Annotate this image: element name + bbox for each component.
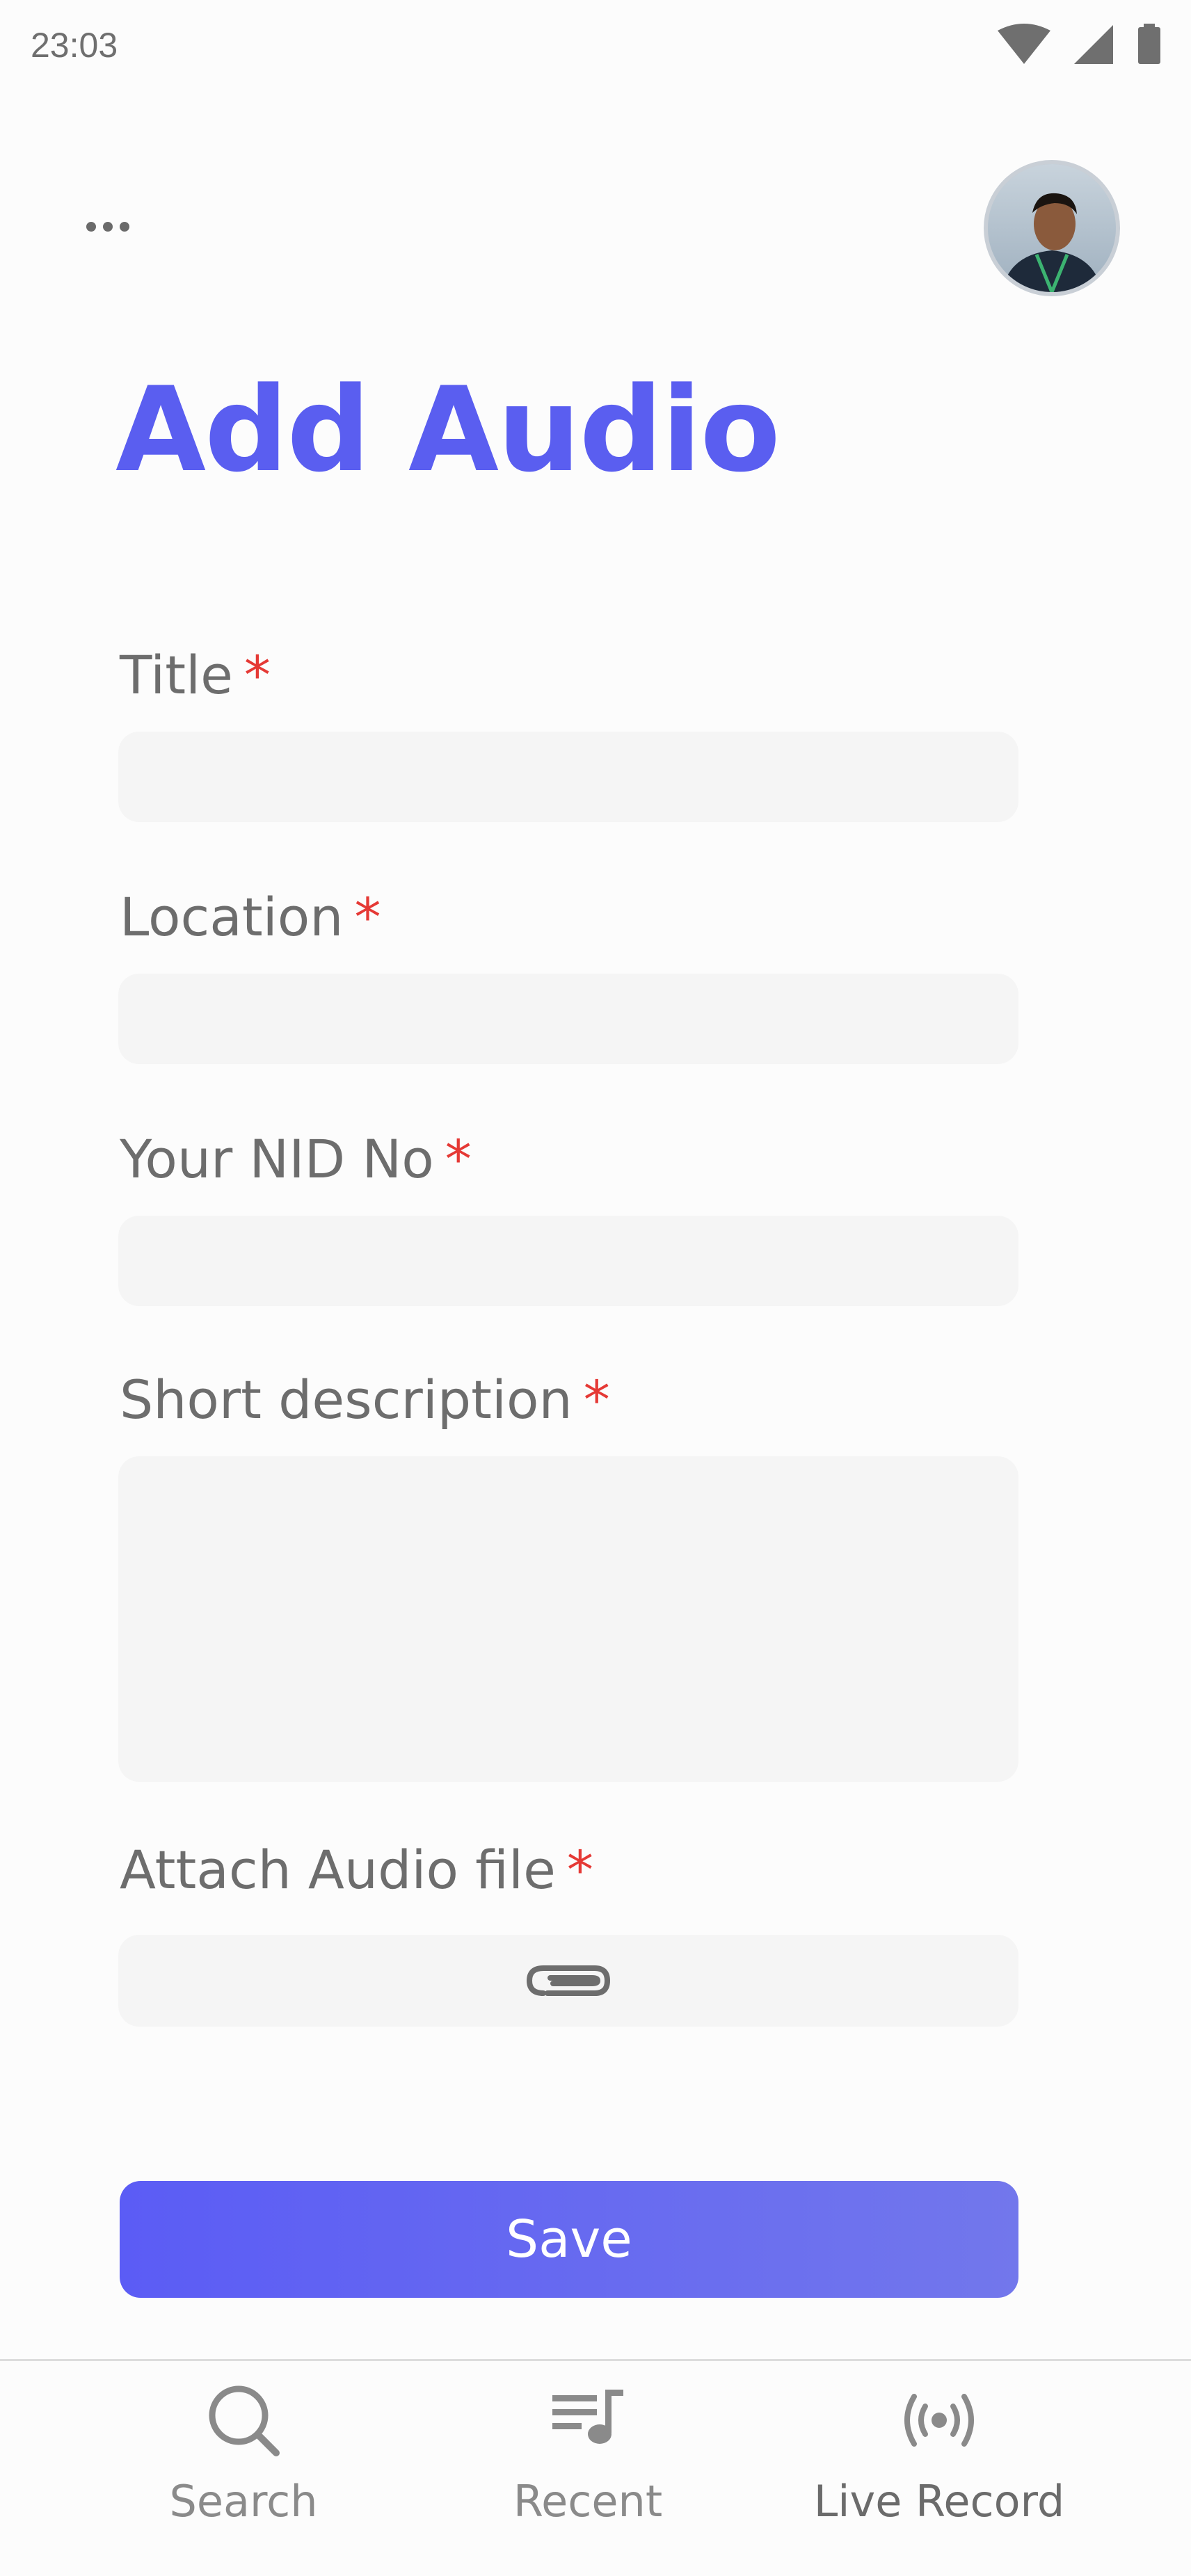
nid-label: Your NID No * xyxy=(120,1128,472,1190)
description-label-text: Short description xyxy=(120,1369,573,1431)
profile-avatar-image xyxy=(988,164,1116,292)
required-marker: * xyxy=(243,644,271,706)
page-title: Add Audio xyxy=(115,362,781,498)
required-marker: * xyxy=(354,886,381,948)
nav-label-search: Search xyxy=(169,2476,318,2527)
playlist-icon xyxy=(550,2378,626,2462)
nav-item-recent[interactable]: Recent xyxy=(501,2378,675,2552)
attach-label: Attach Audio file * xyxy=(120,1839,593,1901)
required-marker: * xyxy=(445,1128,472,1190)
required-marker: * xyxy=(583,1369,610,1431)
broadcast-icon xyxy=(897,2378,981,2462)
more-options-button[interactable] xyxy=(86,206,153,248)
description-label: Short description * xyxy=(120,1369,610,1431)
status-time: 23:03 xyxy=(31,26,118,65)
required-marker: * xyxy=(566,1839,593,1901)
location-input[interactable] xyxy=(118,974,1018,1064)
title-label-text: Title xyxy=(120,644,233,706)
attach-label-text: Attach Audio file xyxy=(120,1839,556,1901)
title-label: Title * xyxy=(120,644,271,706)
nid-input[interactable] xyxy=(118,1216,1018,1306)
nav-label-recent: Recent xyxy=(513,2476,663,2527)
location-label-text: Location xyxy=(120,886,344,948)
signal-icon xyxy=(1074,25,1113,64)
avatar[interactable] xyxy=(984,160,1120,296)
nav-item-live-record[interactable]: Live Record xyxy=(814,2378,1064,2552)
paperclip-icon xyxy=(527,1965,610,1996)
more-dot xyxy=(103,222,113,232)
description-textarea[interactable] xyxy=(118,1456,1018,1782)
bottom-nav-divider xyxy=(0,2359,1191,2361)
location-label: Location * xyxy=(120,886,381,948)
status-icons xyxy=(996,24,1163,65)
title-input[interactable] xyxy=(118,732,1018,822)
nav-item-search[interactable]: Search xyxy=(160,2378,327,2552)
nav-label-live-record: Live Record xyxy=(813,2476,1065,2527)
add-audio-screen: 23:03 Add Audio Title * Location * Your … xyxy=(0,0,1191,2576)
more-horizontal-icon xyxy=(86,222,96,232)
nid-label-text: Your NID No xyxy=(120,1128,434,1190)
search-icon xyxy=(205,2378,282,2462)
attach-audio-button[interactable] xyxy=(118,1935,1018,2027)
more-dot xyxy=(120,222,129,232)
save-button[interactable]: Save xyxy=(120,2181,1018,2298)
wifi-icon xyxy=(998,24,1050,64)
battery-icon xyxy=(1138,24,1160,64)
